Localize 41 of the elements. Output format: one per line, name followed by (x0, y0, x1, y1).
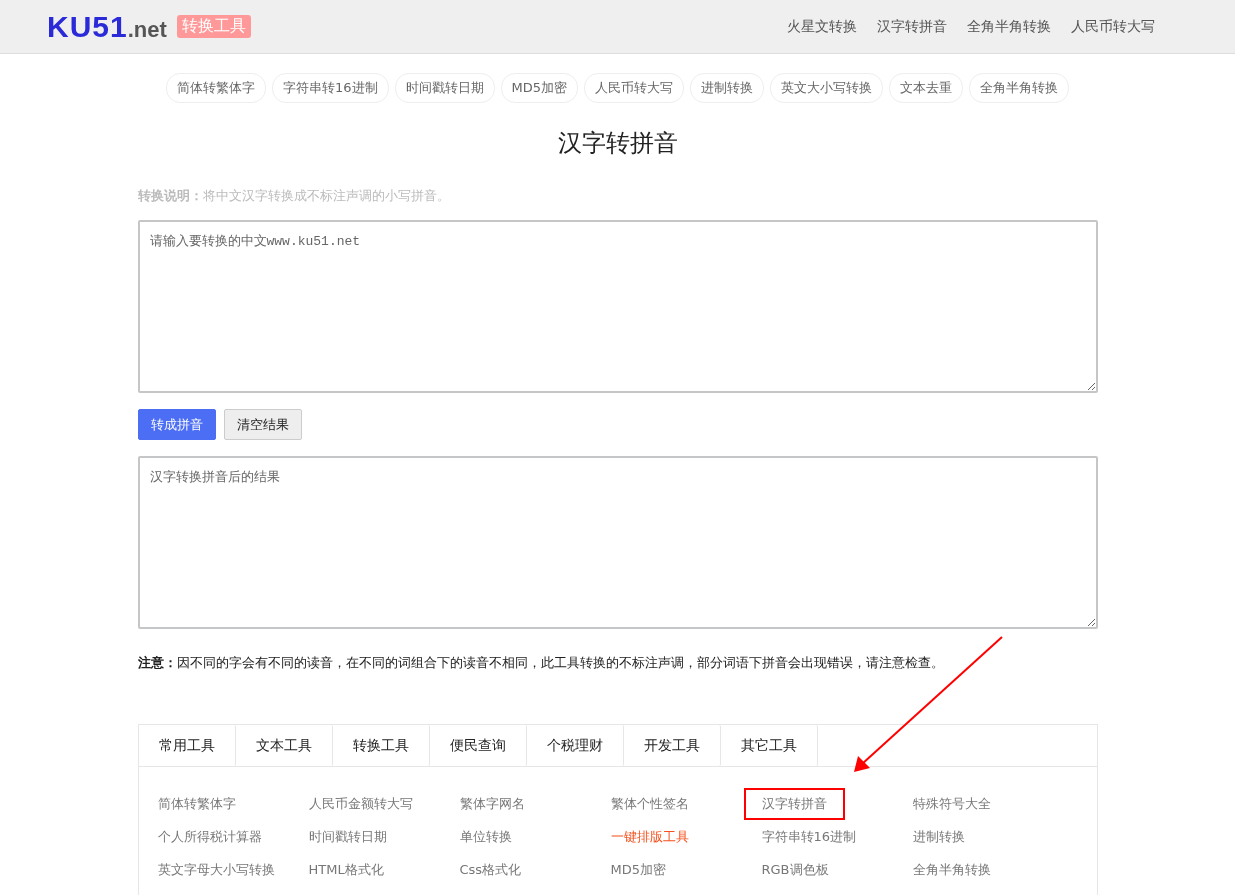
tool-link[interactable]: 特殊符号大全 (912, 792, 991, 816)
tool-link[interactable]: 人民币金额转大写 (308, 792, 413, 816)
quick-link-pill[interactable]: 英文大小写转换 (770, 73, 883, 103)
note-text: 注意：因不同的字会有不同的读音，在不同的词组合下的读音不相同，此工具转换的不标注声调，部分词语下拼音会出现错误，请注意检查。 (137, 654, 945, 672)
highlighted-tool-link[interactable]: 汉字转拼音 (745, 790, 843, 818)
logo-domain-text[interactable]: .net (127, 16, 167, 43)
quick-link-pill[interactable]: 全角半角转换 (969, 73, 1069, 103)
quick-link-pill[interactable]: 进制转换 (690, 73, 764, 103)
tool-link[interactable]: 简体转繁体字 (157, 792, 236, 816)
convert-button[interactable]: 转成拼音 (137, 409, 216, 440)
logo-badge: 转换工具 (176, 15, 251, 38)
tool-link[interactable]: 全角半角转换 (912, 858, 991, 882)
quick-link-pill[interactable]: 文本去重 (889, 73, 963, 103)
tool-link[interactable]: 繁体个性签名 (610, 792, 689, 816)
logo-text[interactable]: KU51 (47, 9, 128, 44)
tool-link[interactable]: Css格式化 (459, 858, 522, 882)
tool-link[interactable]: 字符串转16进制 (761, 825, 857, 849)
nav-link[interactable]: 汉字转拼音 (877, 17, 947, 36)
nav-link[interactable]: 人民币转大写 (1071, 17, 1155, 36)
quick-link-pill[interactable]: 人民币转大写 (584, 73, 684, 103)
tool-link[interactable]: 个人所得税计算器 (157, 825, 262, 849)
tool-link[interactable]: 英文字母大小写转换 (157, 858, 275, 882)
tool-link[interactable]: 进制转换 (912, 825, 965, 849)
tool-link[interactable]: RGB调色板 (761, 858, 829, 882)
tool-link[interactable]: 单位转换 (459, 825, 512, 849)
tool-link[interactable]: MD5加密 (610, 858, 666, 882)
tool-link[interactable]: 一键排版工具 (610, 825, 689, 849)
quick-link-pill[interactable]: 时间戳转日期 (394, 73, 495, 103)
tool-link[interactable]: 繁体字网名 (459, 792, 525, 816)
page-title: 汉字转拼音 (556, 128, 679, 159)
result-field[interactable]: 汉字转换拼音后的结果 (137, 456, 1098, 629)
quick-link-pill[interactable]: MD5加密 (500, 73, 578, 103)
input-field[interactable]: 请输入要转换的中文www.ku51.net (137, 220, 1098, 393)
quick-link-pill[interactable]: 简体转繁体字 (165, 73, 266, 103)
nav-link[interactable]: 火星文转换 (787, 17, 857, 36)
quick-link-pill[interactable]: 字符串转16进制 (271, 73, 389, 103)
description-text: 转换说明：将中文汉字转换成不标注声调的小写拼音。 (137, 187, 451, 205)
tool-link[interactable]: 时间戳转日期 (308, 825, 387, 849)
tool-link[interactable]: HTML格式化 (308, 858, 384, 882)
clear-button[interactable]: 清空结果 (223, 409, 302, 440)
nav-link[interactable]: 全角半角转换 (967, 17, 1051, 36)
